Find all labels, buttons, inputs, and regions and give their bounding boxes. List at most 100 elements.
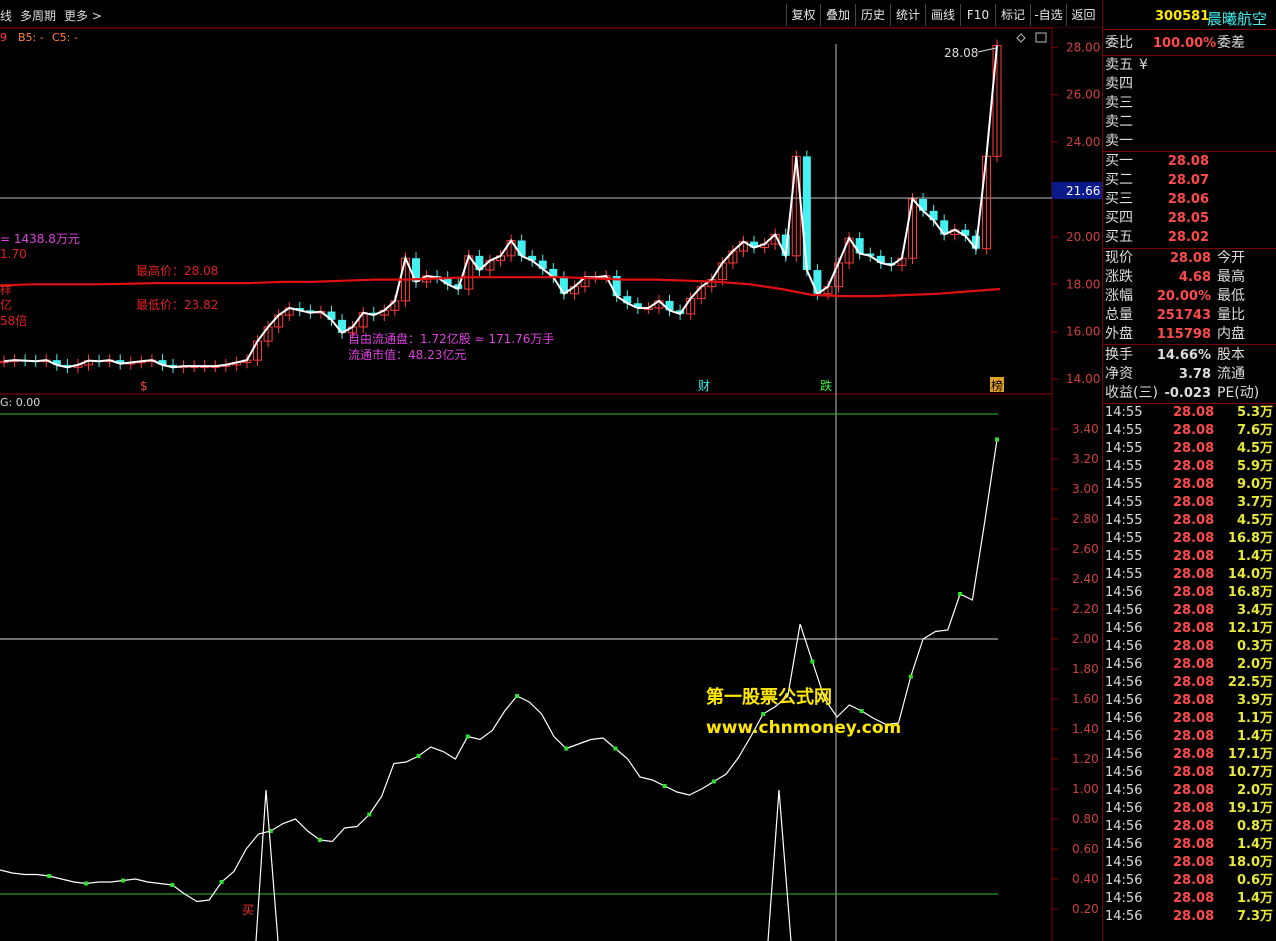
ask-row: 卖四 xyxy=(1105,76,1133,92)
tick-row: 14:56 28.08 1.4万 xyxy=(1105,729,1273,744)
indicator-dot xyxy=(514,694,519,698)
crosshair-price: 21.66 xyxy=(1066,184,1100,198)
y-tick-label: 2.20 xyxy=(1072,602,1099,616)
quote-panel: 300581 晨曦航空 委比 100.00% 委差 卖五 ¥ 卖四卖三卖二卖一 买一 28… xyxy=(1102,0,1276,941)
indicator-dot xyxy=(318,838,323,842)
y-tick-label: 1.00 xyxy=(1072,782,1099,796)
indicator-line xyxy=(0,439,998,903)
tick-row: 14:55 28.08 3.7万 xyxy=(1105,495,1273,510)
y-tick-label: 1.80 xyxy=(1072,662,1099,676)
indicator-dot xyxy=(761,712,766,716)
tick-row: 14:56 28.08 10.7万 xyxy=(1105,765,1273,780)
info-high: 最高价：28.08 xyxy=(136,263,218,278)
indicator-dot xyxy=(465,734,470,739)
y-tick-label: 24.00 xyxy=(1066,135,1100,149)
order-ratio-row: 委比 100.00% 委差 xyxy=(1105,35,1245,51)
indicator-dot xyxy=(47,874,52,878)
tick-row: 14:56 28.08 16.8万 xyxy=(1105,585,1273,600)
indicator-dot xyxy=(613,746,618,751)
watermark-title: 第一股票公式网 xyxy=(706,687,832,708)
y-tick-label: 3.00 xyxy=(1072,482,1099,496)
tick-row: 14:55 28.08 5.3万 xyxy=(1105,405,1273,420)
info-fragment: 1.70 xyxy=(0,247,27,261)
tick-row: 14:55 28.08 4.5万 xyxy=(1105,513,1273,528)
tick-row: 14:56 28.08 0.6万 xyxy=(1105,873,1273,888)
stat-row: 换手 14.66% 股本 xyxy=(1105,347,1245,363)
marker-rank: 榜 xyxy=(991,378,1003,393)
ask-row: 卖五 ¥ xyxy=(1105,57,1148,73)
stat-row: 外盘 115798 内盘 xyxy=(1105,326,1245,342)
watermark-url: www.chnmoney.com xyxy=(706,718,902,738)
ask-row: 卖三 xyxy=(1105,95,1133,111)
bid-row: 买三 28.06 xyxy=(1105,191,1209,207)
quote-header: 300581 晨曦航空 xyxy=(1103,0,1276,30)
tick-row: 14:56 28.08 22.5万 xyxy=(1105,675,1273,690)
marker-dollar: $ xyxy=(140,379,148,393)
indicator-dot xyxy=(908,674,913,679)
bid-row: 买一 28.08 xyxy=(1105,153,1209,169)
tick-row: 14:56 28.08 1.1万 xyxy=(1105,711,1273,726)
info-low: 最低价：23.82 xyxy=(136,298,218,312)
indicator-dot xyxy=(662,784,667,788)
tick-row: 14:55 28.08 1.4万 xyxy=(1105,549,1273,564)
y-tick-label: 2.80 xyxy=(1072,512,1099,526)
candle-body xyxy=(813,270,822,294)
tick-list[interactable]: 14:55 28.08 5.3万 14:55 28.08 7.6万 14:55 28.08 4.… xyxy=(1103,404,1276,924)
tick-row: 14:55 28.08 9.0万 xyxy=(1105,477,1273,492)
marker-finance: 财 xyxy=(698,379,710,393)
y-tick-label: 0.80 xyxy=(1072,812,1099,826)
price-line xyxy=(3,45,998,369)
indicator-dot xyxy=(121,878,126,883)
stat-row: 现价 28.08 今开 xyxy=(1105,250,1245,266)
y-tick-label: 2.40 xyxy=(1072,572,1099,586)
y-tick-label: 2.60 xyxy=(1072,542,1099,556)
stat-row: 总量 251743 量比 xyxy=(1105,307,1245,323)
info-fragment: 亿 xyxy=(0,297,12,312)
tick-row: 14:56 28.08 1.4万 xyxy=(1105,891,1273,906)
indicator-dot xyxy=(711,779,716,784)
indicator-dot xyxy=(995,437,999,442)
candle-body xyxy=(855,238,864,254)
tick-row: 14:56 28.08 0.8万 xyxy=(1105,819,1273,834)
tick-row: 14:56 28.08 2.0万 xyxy=(1105,657,1273,672)
diamond-icon xyxy=(1016,33,1026,43)
stat-row: 净资 3.78 流通 xyxy=(1105,366,1245,382)
y-tick-label: 18.00 xyxy=(1066,277,1100,291)
legend-c5: C5: - xyxy=(52,31,78,44)
stock-name: 晨曦航空 xyxy=(1207,10,1268,28)
tick-row: 14:56 28.08 18.0万 xyxy=(1105,855,1273,870)
tick-row: 14:56 28.08 1.4万 xyxy=(1105,837,1273,852)
indicator-dot xyxy=(367,812,372,817)
tick-row: 14:55 28.08 5.9万 xyxy=(1105,459,1273,474)
bid-row: 买二 28.07 xyxy=(1105,172,1209,188)
indicator-dot xyxy=(564,746,569,751)
ask-row: 卖二 xyxy=(1105,114,1133,130)
y-tick-label: 28.00 xyxy=(1066,40,1100,54)
tick-row: 14:56 28.08 12.1万 xyxy=(1105,621,1273,636)
chart-area: 28.0026.0024.0022.0020.0018.0016.0014.00… xyxy=(0,27,1102,941)
peak-price-label: 28.08 xyxy=(944,46,978,60)
tick-row: 14:56 28.08 0.3万 xyxy=(1105,639,1273,654)
tick-row: 14:55 28.08 16.8万 xyxy=(1105,531,1273,546)
stat-row: 收益(三) -0.023 PE(动) xyxy=(1105,385,1260,401)
info-amount: = 1438.8万元 xyxy=(0,232,80,246)
info-fragment: 样 xyxy=(0,282,12,297)
y-tick-label: 0.60 xyxy=(1072,842,1099,856)
indicator-dot xyxy=(219,880,224,884)
tick-row: 14:56 28.08 7.3万 xyxy=(1105,909,1273,924)
y-tick-label: 3.20 xyxy=(1072,452,1099,466)
indicator-dot xyxy=(958,592,963,596)
y-tick-label: 0.40 xyxy=(1072,872,1099,886)
info-fragment: 58倍 xyxy=(0,313,27,328)
y-tick-label: 20.00 xyxy=(1066,230,1100,244)
signal-spike xyxy=(255,789,279,941)
float-shares: 自由流通盘：1.72亿股 ≈ 171.76万手 xyxy=(348,331,554,346)
y-tick-label: 1.20 xyxy=(1072,752,1099,766)
legend-mark: 9 xyxy=(0,31,7,44)
ask-row: 卖一 xyxy=(1105,133,1133,149)
tick-row: 14:56 28.08 19.1万 xyxy=(1105,801,1273,816)
tick-row: 14:55 28.08 14.0万 xyxy=(1105,567,1273,582)
candle-body xyxy=(802,156,811,271)
ma-line xyxy=(0,276,1001,298)
window-icon xyxy=(1035,32,1047,43)
